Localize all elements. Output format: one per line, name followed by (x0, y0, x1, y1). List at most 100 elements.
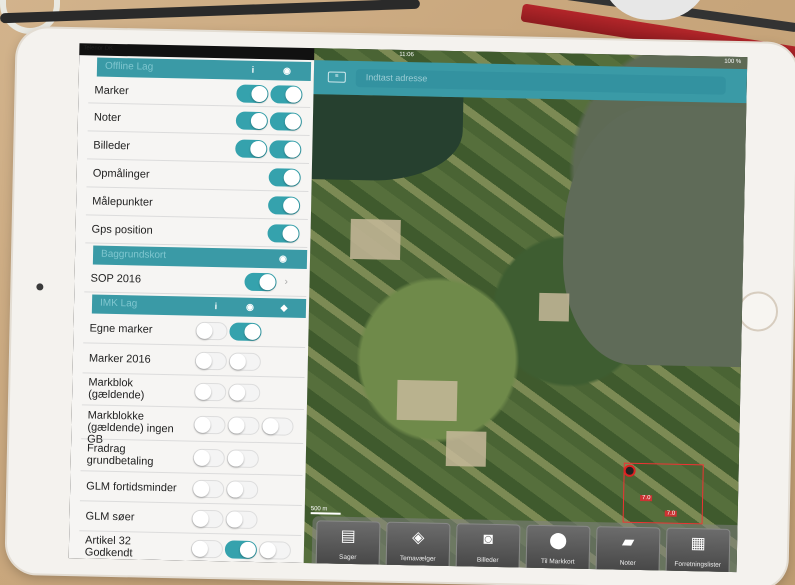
layer-toggle[interactable] (267, 196, 301, 215)
layer-row: Marker 2016 (82, 343, 306, 378)
parcel-label: 7.0 (664, 510, 678, 517)
toolbar-button-label: Noter (619, 559, 636, 567)
layer-sidebar: Offline Lag i ◉ Marker Noter Billeder Op… (68, 55, 315, 566)
layer-label: SOP 2016 (90, 272, 142, 286)
layer-toggle[interactable] (228, 383, 261, 403)
eye-icon[interactable]: ◉ (277, 252, 289, 264)
layer-toggle[interactable] (225, 510, 258, 530)
toolbar-button-label: Billeder (476, 556, 499, 565)
toolbar-button-label: Forretningslister (674, 560, 722, 569)
eye-icon[interactable]: ◉ (281, 64, 293, 76)
layer-label: Marker 2016 (88, 352, 151, 366)
tag-icon[interactable]: ◆ (278, 301, 290, 313)
layer-toggle[interactable] (194, 351, 228, 371)
map-field (538, 292, 570, 322)
speech-bubble-icon: ▰ (621, 533, 635, 551)
camera-icon: ◙ (483, 530, 494, 548)
layer-label: Opmålinger (92, 167, 150, 181)
layer-toggle[interactable] (229, 322, 262, 342)
toolbar-button-noter[interactable]: ▰ Noter (595, 526, 661, 573)
bottom-toolbar: ▤ Sager ◈ Temavælger ◙ Billeder ⬤ Til Ma… (311, 516, 743, 573)
layer-label: Målepunkter (92, 195, 153, 209)
layer-toggle[interactable] (236, 84, 269, 104)
layer-toggle[interactable] (268, 168, 301, 187)
front-camera (36, 283, 44, 291)
layer-toggle[interactable] (191, 479, 225, 499)
layer-toggle[interactable] (228, 352, 262, 372)
section-title: Offline Lag (104, 60, 154, 73)
layer-row: Gps position (85, 215, 308, 249)
map-field (350, 218, 401, 260)
layer-toggle[interactable] (190, 539, 224, 559)
layer-toggle[interactable] (269, 112, 303, 131)
layer-toggle[interactable] (261, 417, 294, 436)
location-pin-icon: ⬤ (549, 532, 568, 550)
info-icon[interactable]: i (210, 300, 222, 312)
layer-label: Noter (93, 111, 121, 125)
layer-toggle[interactable] (244, 272, 277, 292)
toolbar-button-sager[interactable]: ▤ Sager (315, 520, 381, 573)
map-field (445, 430, 487, 467)
layer-toggle[interactable] (226, 449, 260, 469)
layer-label: Billeder (93, 139, 131, 153)
layer-toggle[interactable] (258, 541, 292, 560)
layer-row: Egne marker (83, 313, 306, 348)
layer-row: Fradrag grundbetaling (80, 439, 304, 476)
map-water (560, 103, 747, 368)
desk-cable (0, 0, 421, 24)
toolbar-button-label: Til Markkort (540, 557, 575, 566)
layer-toggle[interactable] (194, 382, 227, 402)
grid-icon: ▦ (690, 535, 706, 553)
layer-toggle[interactable] (225, 480, 259, 500)
map-field (396, 379, 458, 422)
clock: 11:06 (399, 51, 414, 59)
layers-icon: ◈ (411, 529, 425, 547)
layer-row: Markblokke (gældende) ingen GB (81, 405, 304, 446)
toolbar-button-forretningslister[interactable]: ▦ Forretningslister (665, 527, 731, 573)
toolbar-button-billeder[interactable]: ◙ Billeder (455, 523, 521, 573)
toolbar-button-til-markkort[interactable]: ⬤ Til Markkort (525, 524, 591, 573)
layer-toggle[interactable] (267, 224, 300, 243)
satellite-map[interactable]: ≡ Indtast adresse 500 m 7.0 7.0 ▤ Sager … (303, 48, 748, 573)
toolbar-button-label: Temavælger (399, 555, 436, 563)
home-button[interactable] (737, 291, 779, 332)
tablet-screen: Telenor DK 11:06 100 % ≡ Indtast adresse… (68, 43, 748, 573)
layer-toggle[interactable] (235, 139, 268, 159)
layer-toggle[interactable] (191, 509, 224, 529)
layer-label: Gps position (91, 223, 153, 237)
layer-toggle[interactable] (227, 416, 260, 436)
layer-toggle[interactable] (192, 448, 226, 468)
layer-row: Artikel 32 Godkendt (79, 531, 302, 566)
battery-indicator: 100 % (724, 58, 742, 66)
menu-button[interactable]: ≡ (327, 71, 346, 83)
layer-label: Egne marker (89, 322, 153, 336)
tablet-device: Telenor DK 11:06 100 % ≡ Indtast adresse… (6, 27, 795, 585)
layer-row: Markblok (gældende) (81, 373, 305, 410)
map-scale: 500 m (310, 506, 341, 515)
layer-label: GLM søer (85, 510, 135, 524)
layer-toggle[interactable] (193, 415, 226, 435)
map-water (311, 94, 464, 183)
file-cabinet-icon: ▤ (340, 527, 356, 546)
layer-toggle[interactable] (270, 85, 303, 104)
chevron-right-icon[interactable]: › (284, 277, 288, 288)
layer-toggle[interactable] (269, 140, 302, 159)
layer-toggle[interactable] (224, 540, 258, 560)
layer-toggle[interactable] (195, 321, 228, 341)
info-icon[interactable]: i (247, 64, 259, 76)
layer-label: Marker (94, 84, 129, 98)
toolbar-button-label: Sager (339, 553, 357, 562)
layer-toggle[interactable] (235, 111, 269, 131)
eye-icon[interactable]: ◉ (244, 301, 256, 313)
layer-label: Fradrag grundbetaling (86, 442, 154, 468)
toolbar-button-temavaelger[interactable]: ◈ Temavælger (385, 521, 451, 573)
layer-label: Artikel 32 Godkendt (84, 534, 133, 560)
search-input[interactable]: Indtast adresse (355, 68, 726, 95)
parcel-label: 7.0 (640, 495, 653, 502)
section-title: Baggrundskort (100, 248, 167, 262)
section-title: IMK Lag (99, 297, 138, 310)
layer-row: SOP 2016 › (84, 264, 307, 297)
layer-row: GLM søer (79, 501, 302, 536)
layer-label: GLM fortidsminder (86, 480, 177, 495)
layer-label: Markblok (gældende) (88, 376, 145, 402)
